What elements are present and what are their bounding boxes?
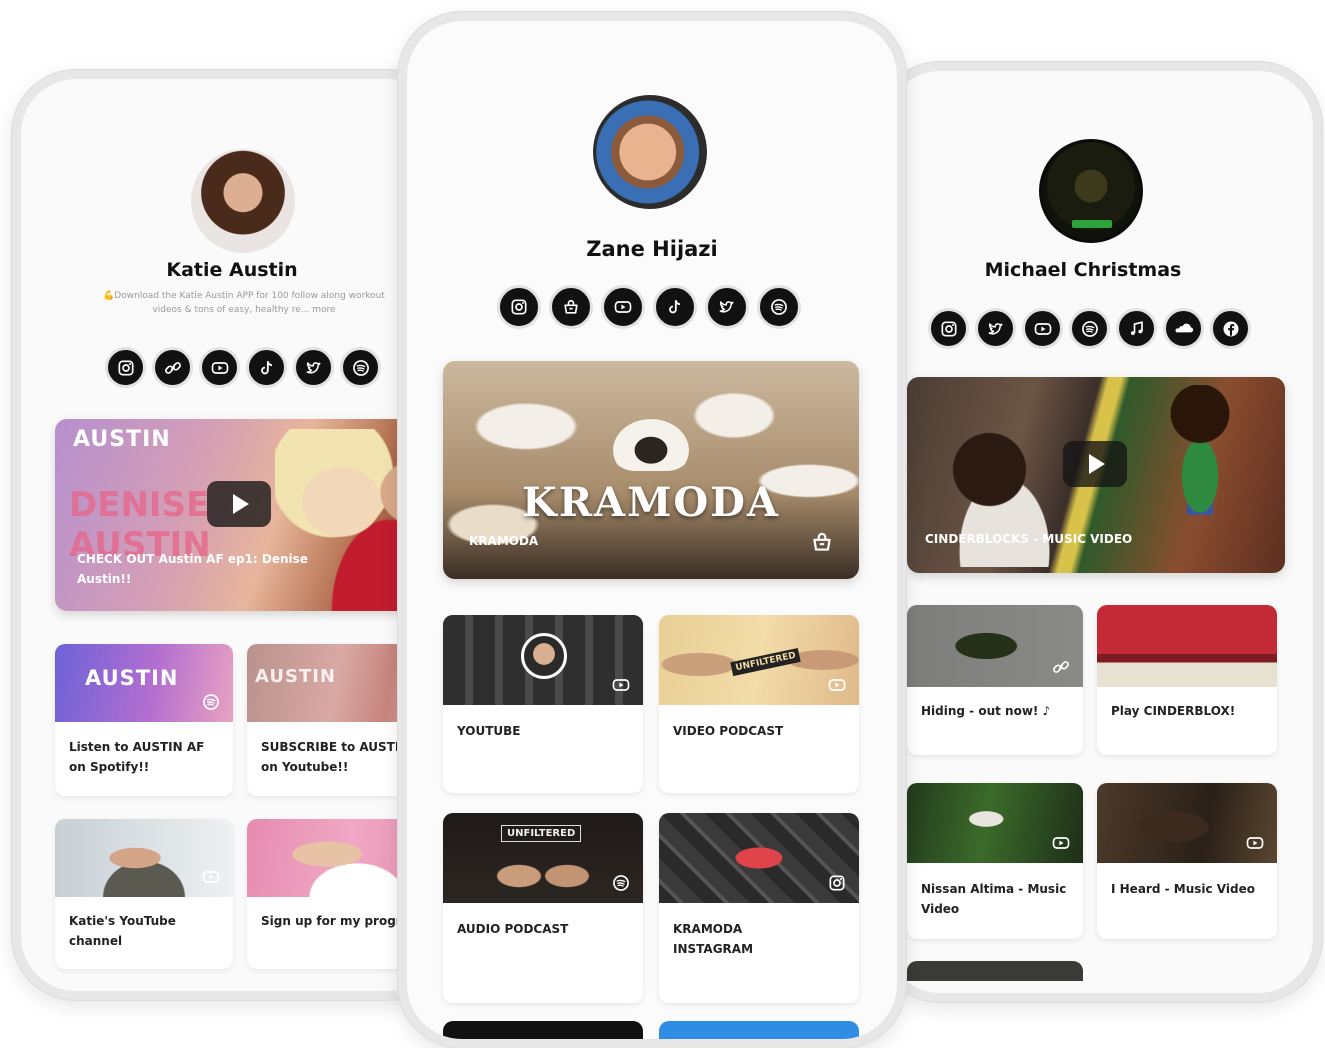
link-card[interactable]: UNFILTERED VIDEO PODCAST [659,615,859,793]
twitter-icon[interactable] [293,347,334,388]
partial-card[interactable] [907,961,1083,981]
link-card[interactable]: Hiding - out now! ♪ [907,605,1083,755]
tiktok-icon[interactable] [653,285,697,329]
avatar[interactable] [1039,139,1143,243]
link-card[interactable]: I Heard - Music Video [1097,783,1277,939]
link-card[interactable]: UNFILTERED AUDIO PODCAST [443,813,643,1003]
youtube-icon[interactable] [199,347,240,388]
twitter-icon[interactable] [705,285,749,329]
youtube-icon [609,673,633,697]
card-brand: AUSTIN [85,666,179,690]
link-card[interactable]: KRAMODA INSTAGRAM [659,813,859,1003]
phone-zane-hijazi: Zane Hijazi KRAMODA KRAMODA YOUTUBE UNFI… [398,12,906,1048]
card-label: KRAMODA INSTAGRAM [673,922,754,956]
avatar[interactable] [191,149,295,253]
card-thumbnail: AUSTIN [55,644,233,722]
spotify-icon [609,871,633,895]
card-label: Listen to AUSTIN AF on Spotify!! [69,740,205,774]
shop-icon [809,529,835,555]
card-thumbnail [659,813,859,903]
link-card[interactable]: YOUTUBE [443,615,643,793]
card-thumbnail [443,615,643,705]
featured-shop-card[interactable]: KRAMODA KRAMODA [443,361,859,579]
spotify-icon[interactable] [340,347,381,388]
card-thumbnail [1097,605,1277,687]
featured-caption: CINDERBLOCKS - MUSIC VIDEO [925,532,1133,546]
soundcloud-icon[interactable] [1163,308,1204,349]
link-card[interactable]: Katie's YouTube channel [55,819,233,969]
card-brand: AUSTIN [255,666,336,687]
link-card[interactable]: Play CINDERBLOX! [1097,605,1277,755]
kramoda-logo: KRAMODA [522,479,780,526]
card-label: I Heard - Music Video [1111,882,1255,896]
card-label: YOUTUBE [457,724,521,738]
youtube-icon[interactable] [1022,308,1063,349]
youtube-icon [1243,831,1267,855]
play-button[interactable] [207,481,271,527]
card-label: Katie's YouTube channel [69,914,176,948]
spotify-icon[interactable] [757,285,801,329]
featured-caption: KRAMODA [469,534,539,548]
partial-card[interactable] [443,1021,643,1039]
facebook-icon[interactable] [1210,308,1251,349]
social-links [497,285,801,329]
profile-name: Michael Christmas [984,259,1182,281]
featured-caption: CHECK OUT Austin AF ep1: Denise Austin!! [77,552,308,586]
youtube-icon [199,865,223,889]
tiktok-icon[interactable] [246,347,287,388]
profile-name: Zane Hijazi [586,237,718,261]
featured-video-card[interactable]: CINDERBLOCKS - MUSIC VIDEO [907,377,1285,573]
link-card[interactable]: AUSTIN Listen to AUSTIN AF on Spotify!! [55,644,233,796]
card-label: AUDIO PODCAST [457,922,569,936]
phone-michael-christmas: Michael Christmas CINDERBLOCKS - MUSIC V… [876,62,1322,1002]
youtube-icon [1049,831,1073,855]
card-thumb-text: UNFILTERED [501,825,582,842]
play-button[interactable] [1063,441,1127,487]
card-label: Hiding - out now! ♪ [921,704,1051,718]
instagram-icon[interactable] [928,308,969,349]
featured-pixel-character [1155,385,1245,515]
card-thumb-text: UNFILTERED [730,647,802,677]
link-icon[interactable] [152,347,193,388]
card-label: VIDEO PODCAST [673,724,784,738]
youtube-icon[interactable] [601,285,645,329]
card-thumbnail [1097,783,1277,863]
profile-bio[interactable]: 💪Download the Katie Austin APP for 100 f… [89,289,399,317]
featured-video-card[interactable]: AUSTIN DENISE AUSTIN CHECK OUT Austin AF… [55,419,443,611]
youtube-icon [825,673,849,697]
card-thumbnail: UNFILTERED [443,813,643,903]
profile-name: Katie Austin [166,259,298,281]
shop-icon[interactable] [549,285,593,329]
instagram-icon[interactable] [105,347,146,388]
twitter-icon[interactable] [975,308,1016,349]
card-thumbnail [55,819,233,897]
avatar[interactable] [593,95,707,209]
card-label: Play CINDERBLOX! [1111,704,1236,718]
instagram-icon [825,871,849,895]
card-thumbnail [907,783,1083,863]
music-icon[interactable] [1116,308,1157,349]
link-icon [1049,655,1073,679]
instagram-icon[interactable] [497,285,541,329]
card-label: Nissan Altima - Music Video [921,882,1067,916]
link-card[interactable]: Nissan Altima - Music Video [907,783,1083,939]
card-thumbnail [907,605,1083,687]
card-thumbnail: UNFILTERED [659,615,859,705]
spotify-icon[interactable] [1069,308,1110,349]
spotify-icon [199,690,223,714]
kramoda-emblem [613,419,689,471]
social-links [105,347,381,388]
featured-brand: AUSTIN [73,427,171,452]
phone-katie-austin: Katie Austin 💪Download the Katie Austin … [12,70,452,1000]
partial-card[interactable] [659,1021,859,1039]
social-links [928,308,1251,349]
